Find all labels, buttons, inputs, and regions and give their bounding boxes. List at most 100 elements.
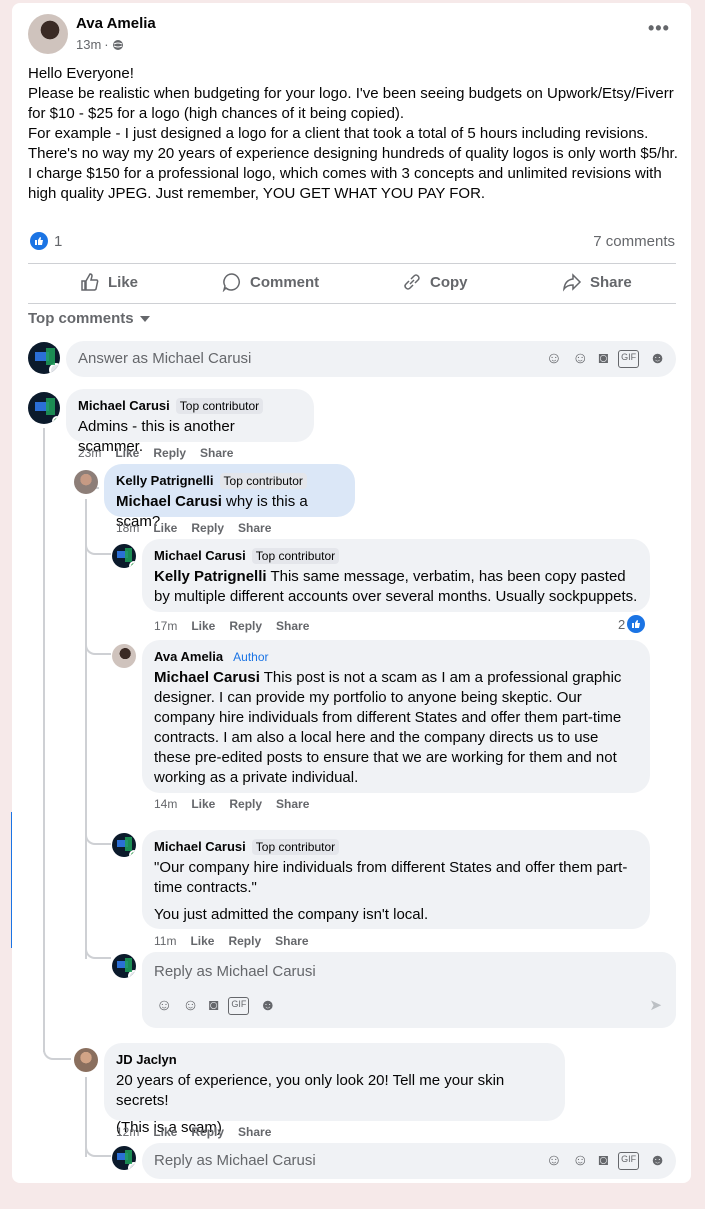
reply-composer[interactable]: Reply as Michael Carusi ☺ ☺ ◙ GIF ☻ ➤	[142, 952, 676, 1028]
reply-composer[interactable]: Reply as Michael Carusi ☺ ☺ ◙ GIF ☻	[142, 1143, 676, 1179]
thread-connector	[43, 1046, 71, 1060]
comment-like-button[interactable]: Like	[191, 619, 215, 633]
copy-label: Copy	[430, 273, 468, 291]
comment-reply-button[interactable]: Reply	[228, 934, 261, 948]
commenter-avatar[interactable]	[74, 470, 98, 494]
comment-share-button[interactable]: Share	[276, 797, 309, 811]
post-time[interactable]: 13m	[76, 37, 101, 52]
comment-button[interactable]: Comment	[222, 272, 319, 292]
comment-like-button[interactable]: Like	[191, 797, 215, 811]
commenter-avatar[interactable]	[28, 392, 60, 424]
comment-label: Comment	[250, 273, 320, 291]
composer-icons: ☺ ☺ ◙ GIF ☻	[546, 350, 666, 368]
contributor-badge: Top contributor	[175, 398, 264, 414]
comment-time[interactable]: 17m	[154, 619, 177, 633]
current-user-avatar[interactable]: ⌄	[112, 1146, 136, 1170]
mention-link[interactable]: Michael Carusi	[154, 669, 260, 686]
post-author-avatar[interactable]	[28, 14, 68, 54]
reaction-summary[interactable]: 1	[30, 232, 62, 250]
comment-share-button[interactable]: Share	[238, 1125, 271, 1139]
comment-time[interactable]: 11m	[154, 934, 176, 948]
comment-time[interactable]: 14m	[154, 797, 177, 811]
link-icon	[404, 274, 420, 290]
comment-actions: 17m Like Reply Share	[154, 619, 309, 633]
send-icon[interactable]: ➤	[649, 996, 662, 1014]
comment-like-button[interactable]: Like	[190, 934, 214, 948]
thread-connector	[85, 543, 111, 555]
mention-link[interactable]: Michael Carusi	[116, 493, 222, 510]
comment-share-button[interactable]: Share	[200, 446, 233, 460]
chevron-down-icon[interactable]: ⌄	[128, 1162, 136, 1170]
comment-reply-button[interactable]: Reply	[229, 619, 262, 633]
comment-share-button[interactable]: Share	[276, 619, 309, 633]
commenter-name[interactable]: Michael Carusi	[78, 398, 170, 413]
comment-time[interactable]: 18m	[116, 521, 139, 535]
comment-text-2: You just admitted the company isn't loca…	[154, 906, 429, 923]
comment-time[interactable]: 12m	[116, 1125, 139, 1139]
comment-reply-button[interactable]: Reply	[191, 521, 224, 535]
commenter-avatar[interactable]	[112, 833, 136, 857]
comment-time[interactable]: 23m	[78, 446, 101, 460]
comment-filter-dropdown[interactable]: Top comments	[28, 310, 150, 327]
comments-count[interactable]: 7 comments	[593, 233, 675, 250]
camera-icon[interactable]: ◙	[598, 350, 608, 368]
comment-like-button[interactable]: Like	[153, 521, 177, 535]
commenter-name[interactable]: Ava Amelia	[154, 649, 223, 664]
chevron-down-icon[interactable]: ⌄	[128, 970, 136, 978]
comment-reactions[interactable]: 2	[618, 615, 646, 633]
sticker-icon[interactable]: ☻	[649, 350, 666, 368]
comment-bubble-icon	[222, 273, 240, 292]
emoji-icon[interactable]: ☺	[572, 1152, 588, 1170]
gif-icon[interactable]: GIF	[228, 997, 250, 1015]
current-user-avatar[interactable]: ⌄	[112, 954, 136, 978]
comment-actions: 12m Like Reply Share	[116, 1125, 271, 1139]
share-button[interactable]: Share	[562, 272, 632, 292]
sticker-icon[interactable]: ☻	[649, 1152, 666, 1170]
commenter-name[interactable]: Michael Carusi	[154, 839, 246, 854]
comment-share-button[interactable]: Share	[238, 521, 271, 535]
comment-reply-button[interactable]: Reply	[153, 446, 186, 460]
commenter-avatar[interactable]	[112, 644, 136, 668]
emoji-icon[interactable]: ☺	[572, 350, 588, 368]
comment-like-button[interactable]: Like	[153, 1125, 177, 1139]
chevron-down-icon[interactable]: ⌄	[49, 363, 60, 374]
comment-actions: 11m Like Reply Share	[154, 934, 309, 948]
comment-share-button[interactable]: Share	[275, 934, 308, 948]
comment-reply-button[interactable]: Reply	[191, 1125, 224, 1139]
post-line: Please be realistic when budgeting for y…	[28, 85, 674, 122]
comment-bubble: Michael Carusi Top contributor "Our compa…	[142, 830, 650, 929]
commenter-name[interactable]: Kelly Patrignelli	[116, 473, 214, 488]
camera-icon[interactable]: ◙	[209, 997, 219, 1015]
copy-button[interactable]: Copy	[402, 272, 468, 292]
like-label: Like	[108, 273, 139, 291]
comment-bubble: Kelly Patrignelli Top contributor Michael…	[104, 464, 355, 530]
like-button[interactable]: Like	[80, 272, 138, 292]
dot-separator: ·	[104, 37, 109, 52]
thumbs-up-icon	[81, 273, 99, 291]
comment-composer[interactable]: Answer as Michael Carusi ☺ ☺ ◙ GIF ☻	[66, 341, 676, 377]
gif-icon[interactable]: GIF	[618, 1152, 640, 1170]
commenter-name[interactable]: Michael Carusi	[154, 548, 246, 563]
comment-like-button[interactable]: Like	[115, 446, 139, 460]
more-options-icon[interactable]: •••	[648, 19, 670, 37]
globe-icon	[112, 39, 123, 50]
camera-icon[interactable]: ◙	[598, 1152, 608, 1170]
commenter-avatar[interactable]	[112, 544, 136, 568]
avatar-sticker-icon[interactable]: ☺	[546, 1152, 562, 1170]
comment-reply-button[interactable]: Reply	[229, 797, 262, 811]
mention-link[interactable]: Kelly Patrignelli	[154, 568, 267, 585]
contributor-badge: Top contributor	[219, 473, 307, 489]
commenter-name[interactable]: JD Jaclyn	[116, 1052, 177, 1067]
current-user-avatar[interactable]: ⌄	[28, 342, 60, 374]
emoji-icon[interactable]: ☺	[182, 997, 198, 1015]
gif-icon[interactable]: GIF	[618, 350, 640, 368]
reply-placeholder: Reply as Michael Carusi	[154, 1152, 316, 1169]
avatar-sticker-icon[interactable]: ☺	[546, 350, 562, 368]
online-indicator	[129, 561, 136, 568]
sticker-icon[interactable]: ☻	[259, 997, 276, 1015]
avatar-sticker-icon[interactable]: ☺	[156, 997, 172, 1015]
post-line: I charge $150 for a professional logo, w…	[28, 165, 662, 202]
commenter-avatar[interactable]	[74, 1048, 98, 1072]
post-author-name[interactable]: Ava Amelia	[76, 15, 156, 32]
thread-line	[43, 428, 45, 1052]
